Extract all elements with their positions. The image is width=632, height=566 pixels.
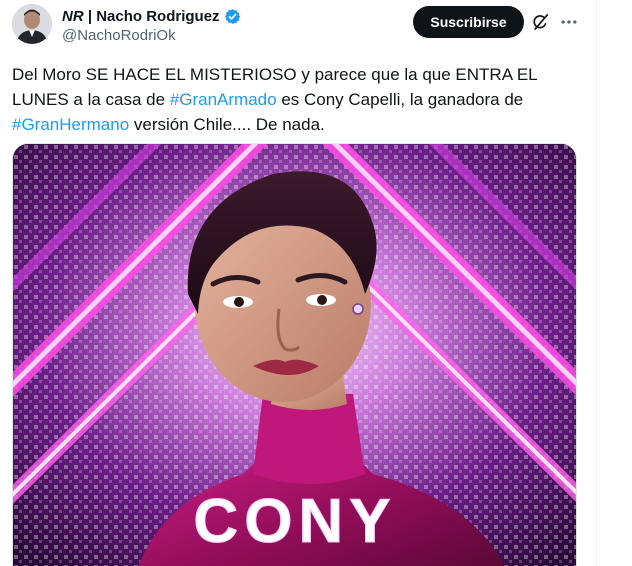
avatar[interactable] [12,4,52,44]
hashtag-link[interactable]: #GranHermano [12,115,129,134]
media-caption-text: CONY [193,487,396,556]
author-handle[interactable]: @NachoRodriOk [62,27,176,44]
hashtag-link[interactable]: #GranArmado [170,90,277,109]
author-name-row[interactable]: NR | Nacho Rodriguez [62,6,241,26]
tweet-card[interactable]: NR | Nacho Rodriguez @NachoRodriOk Suscr… [0,0,632,566]
tweet-text-segment: versión Chile.... De nada. [129,115,325,134]
timeline-divider [596,0,597,566]
subscribe-button[interactable]: Suscribirse [413,6,524,38]
verified-badge-icon[interactable] [224,8,241,25]
tweet-image[interactable]: CONY [12,143,577,566]
tweet-body: Del Moro SE HACE EL MISTERIOSO y parece … [12,62,572,137]
more-options-icon[interactable] [559,12,579,32]
author-display-name[interactable]: NR | Nacho Rodriguez [62,8,220,25]
tweet-text-segment: es Cony Capelli, la ganadora de [276,90,524,109]
grok-icon[interactable] [531,12,551,32]
